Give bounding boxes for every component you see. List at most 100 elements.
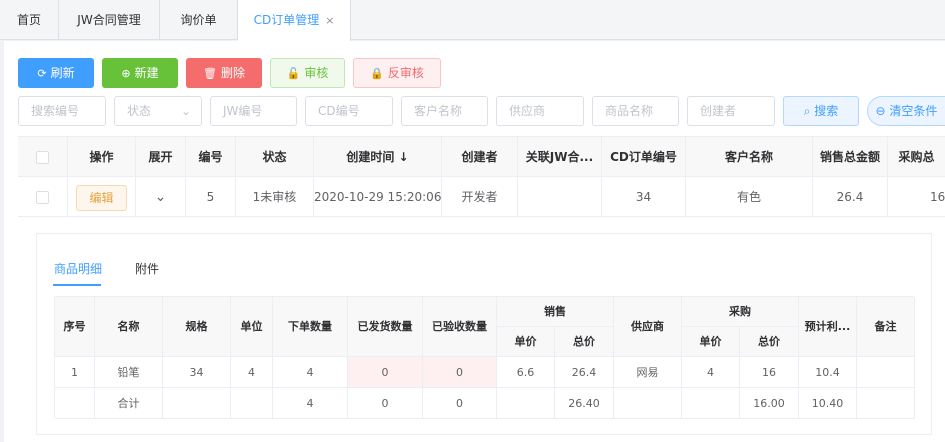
search-button[interactable]: ⌕ 搜索 [783,96,859,126]
dh-unit: 单位 [231,297,273,357]
row-id: 5 [186,177,236,217]
refresh-button[interactable]: ⟳ 刷新 [18,58,94,88]
dh-sales-total: 总价 [555,327,614,357]
tab-label: CD订单管理 [253,13,320,27]
col-purchase-total: 采购总 [888,137,945,177]
tab-home[interactable]: 首页 [0,0,59,40]
delete-button[interactable]: 🗑 删除 [186,58,262,88]
row-status: 1未审核 [236,177,314,217]
status-placeholder: 状态 [127,104,152,118]
col-id: 编号 [186,137,236,177]
dr-profit: 10.4 [799,357,857,388]
customer-input[interactable]: 客户名称 [401,96,488,126]
row-creator: 开发者 [442,177,518,217]
tab-label: 首页 [16,13,41,27]
sum-purchase-total: 16.00 [740,388,799,419]
row-sales-total: 26.4 [813,177,888,217]
unapprove-label: 反审核 [387,66,424,80]
lock-icon: 🔒 [370,67,384,80]
select-all-checkbox[interactable] [36,151,49,164]
dh-name: 名称 [95,297,163,357]
row-select-cell [18,177,68,217]
creator-input[interactable]: 创建者 [687,96,775,126]
dh-checked: 已验收数量 [423,297,497,357]
dh-shipped: 已发货数量 [348,297,423,357]
unlock-icon: 🔓 [286,67,301,80]
clear-icon: ⊖ [875,104,890,118]
sum-shipped: 0 [348,388,423,419]
approve-button[interactable]: 🔓 审核 [270,58,345,88]
jw-no-input[interactable]: JW编号 [210,96,297,126]
col-creator: 创建者 [442,137,518,177]
dh-purchase-price: 单价 [682,327,740,357]
refresh-label: 刷新 [50,66,75,80]
tab-label: JW合同管理 [77,13,141,27]
unapprove-button[interactable]: 🔒 反审核 [353,58,441,88]
new-label: 新建 [134,66,159,80]
col-jw: 关联JW合... [518,137,602,177]
tab-product-detail[interactable]: 商品明细 [54,260,102,277]
trash-icon: 🗑 [203,67,217,80]
dr-shipped[interactable]: 0 [348,357,423,388]
row-purchase-total: 16 [888,177,945,217]
dr-purchase-price: 4 [682,357,740,388]
supplier-placeholder: 供应商 [509,104,546,118]
sum-spec [163,388,231,419]
dr-unit: 4 [231,357,273,388]
tab-bar: 首页 JW合同管理 询价单 CD订单管理 × [0,0,945,41]
tab-cd-order[interactable]: CD订单管理 × [238,0,351,41]
dr-qty: 4 [273,357,348,388]
dh-seq: 序号 [55,297,95,357]
sum-supplier [614,388,682,419]
sum-qty: 4 [273,388,348,419]
chevron-down-icon[interactable]: ⌄ [136,177,186,217]
dr-sales-total: 26.4 [555,357,614,388]
dr-name: 铅笔 [95,357,163,388]
edit-button[interactable]: 编辑 [76,184,127,211]
search-no-input[interactable]: 搜索编号 [18,96,106,126]
clear-button[interactable]: ⊖ 清空条件 [867,96,945,126]
col-created[interactable]: 创建时间 ↓ [314,137,442,177]
plus-circle-icon: ⊕ [121,67,131,80]
dr-supplier: 网易 [614,357,682,388]
row-customer: 有色 [686,177,813,217]
tab-jw-contract[interactable]: JW合同管理 [59,0,160,40]
approve-label: 审核 [304,66,329,80]
cd-no-input[interactable]: CD编号 [305,96,393,126]
status-select[interactable]: 状态 ⌄ [114,96,202,126]
product-placeholder: 商品名称 [605,104,654,118]
product-input[interactable]: 商品名称 [592,96,679,126]
sum-checked: 0 [423,388,497,419]
dr-purchase-total: 16 [740,357,799,388]
sum-purchase-price [682,388,740,419]
dr-spec: 34 [163,357,231,388]
row-action-cell: 编辑 [68,177,136,217]
dr-sales-price: 6.6 [497,357,555,388]
sum-sales-price [497,388,555,419]
col-status: 状态 [236,137,314,177]
dh-sales-price: 单价 [497,327,555,357]
supplier-input[interactable]: 供应商 [496,96,584,126]
col-customer: 客户名称 [686,137,813,177]
new-button[interactable]: ⊕ 新建 [102,58,178,88]
dh-remark: 备注 [857,297,915,357]
dh-purchase: 采购 [682,297,799,327]
tab-inquiry[interactable]: 询价单 [160,0,238,40]
row-checkbox[interactable] [36,191,49,204]
col-cd-no: CD订单编号 [602,137,686,177]
dr-checked[interactable]: 0 [423,357,497,388]
sum-sales-total: 26.40 [555,388,614,419]
col-sales-total: 销售总金额 [813,137,888,177]
delete-label: 删除 [220,66,245,80]
row-jw [518,177,602,217]
dh-spec: 规格 [163,297,231,357]
tab-attachments[interactable]: 附件 [135,260,159,277]
sum-profit: 10.40 [799,388,857,419]
cd-no-placeholder: CD编号 [318,104,360,118]
sum-seq [55,388,95,419]
dh-supplier: 供应商 [614,297,682,357]
close-icon[interactable]: × [325,14,334,27]
order-table: 操作 展开 编号 状态 创建时间 ↓ 创建者 关联JW合... CD订单编号 客… [18,136,945,217]
dr-seq: 1 [55,357,95,388]
active-tab-indicator [53,284,101,286]
